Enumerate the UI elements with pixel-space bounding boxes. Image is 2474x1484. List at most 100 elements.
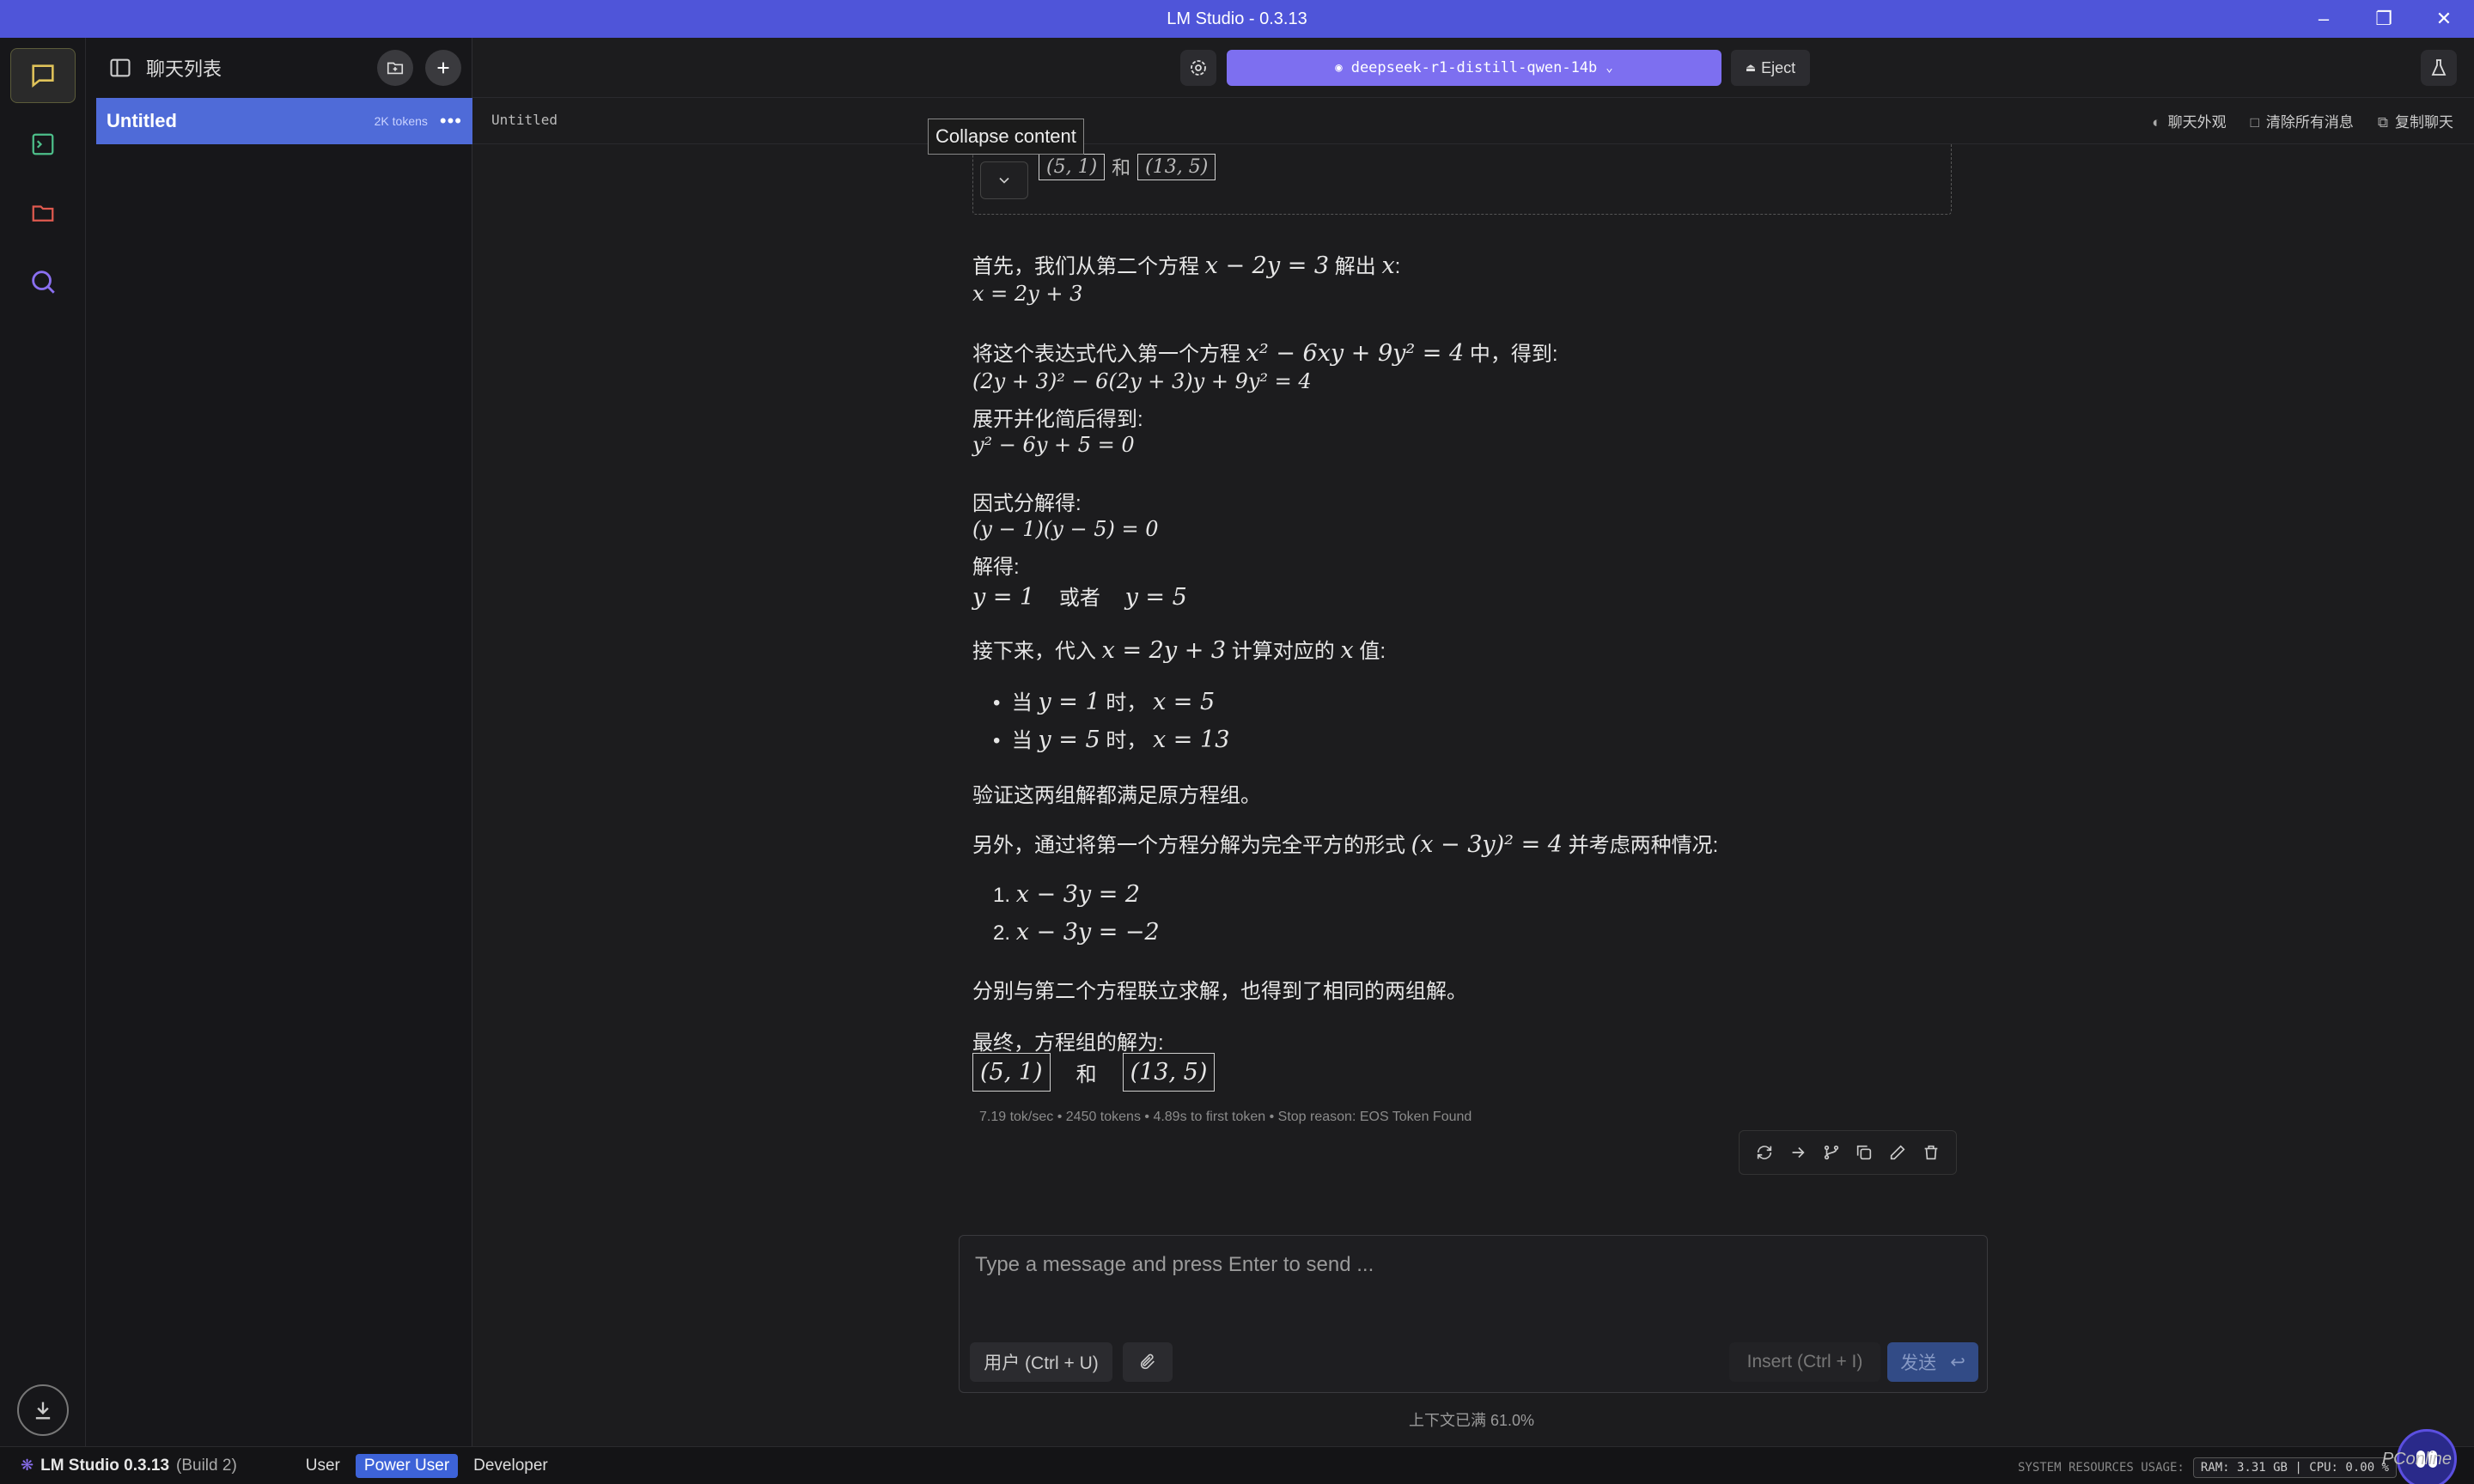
copy-label: 复制聊天 [2395, 114, 2453, 131]
chat-sidebar: 聊天列表 Untitled 2K tokens ••• [86, 38, 472, 1446]
more-options-icon[interactable]: ••• [440, 110, 462, 132]
text-line: 首先，我们从第二个方程 x − 2y = 3 解出 x: [972, 252, 1401, 279]
search-icon [32, 271, 55, 294]
chat-list-item[interactable]: Untitled 2K tokens ••• [96, 98, 472, 144]
math-line: (2y + 3)² − 6(2y + 3)y + 9y² = 4 [972, 369, 1312, 393]
send-button[interactable]: 发送 ↩ [1887, 1342, 1978, 1382]
model-selector[interactable]: ◉ deepseek-r1-distill-qwen-14b ⌄ [1227, 50, 1721, 86]
clear-messages-button[interactable]: □ 清除所有消息 [2251, 110, 2354, 131]
sidebar-toggle-icon[interactable] [108, 56, 132, 80]
thinking-block: (5, 1) 和 (13, 5) [972, 144, 1952, 215]
math-inline: x [1340, 637, 1354, 664]
enter-icon: ↩ [1950, 1352, 1965, 1372]
text-line: 解得: [972, 556, 1020, 579]
math-inline: x = 2y + 3 [1101, 637, 1227, 664]
chat-nav-button[interactable] [10, 48, 76, 103]
tooltip: Collapse content [928, 119, 1084, 155]
status-bar: ❋ LM Studio 0.3.13 (Build 2) User Power … [0, 1446, 2474, 1484]
watermark-text: PConline [2381, 1450, 2452, 1469]
text-line: 将这个表达式代入第一个方程 x² − 6xy + 9y² = 4 中，得到: [972, 340, 1558, 367]
and-label: 和 [1112, 157, 1131, 179]
answer-box: (5, 1) [972, 1053, 1051, 1092]
math-inline: x [1381, 252, 1395, 279]
mode-power-user[interactable]: Power User [355, 1453, 459, 1478]
folder-plus-icon [387, 62, 404, 75]
math-line: x = 2y + 3 [972, 282, 1083, 306]
gear-icon [1191, 60, 1206, 76]
sysres-values[interactable]: RAM: 3.31 GB | CPU: 0.00 % [2192, 1457, 2397, 1478]
chevron-down-icon: ⌄ [1606, 61, 1613, 75]
chat-name: Untitled [107, 110, 177, 131]
answer-box: (5, 1) [1039, 153, 1106, 180]
text-line: 接下来，代入 x = 2y + 3 计算对应的 x 值: [972, 637, 1386, 664]
text-line: 验证这两组解都满足原方程组。 [972, 784, 1261, 807]
role-toggle-button[interactable]: 用户 (Ctrl + U) [970, 1342, 1112, 1382]
message-clear-icon: □ [2250, 114, 2259, 131]
math-inline: x² − 6xy + 9y² = 4 [1246, 340, 1465, 367]
copy-icon: ⧉ [2377, 114, 2388, 131]
sidebar-header: 聊天列表 [86, 38, 472, 98]
trash-icon[interactable] [1922, 1143, 1941, 1162]
eject-icon: ⏏ [1745, 61, 1757, 74]
window-title: LM Studio - 0.3.13 [1167, 9, 1307, 28]
and-label: 和 [1076, 1063, 1097, 1086]
app-version: LM Studio 0.3.13 [40, 1456, 170, 1475]
insert-button[interactable]: Insert (Ctrl + I) [1729, 1342, 1880, 1382]
copy-icon[interactable] [1855, 1143, 1874, 1162]
text-line: 最终，方程组的解为: [972, 1031, 1164, 1055]
main-toolbar: ◉ deepseek-r1-distill-qwen-14b ⌄ ⏏ Eject [472, 38, 2474, 98]
math-line: (y − 1)(y − 5) = 0 [972, 517, 1159, 541]
restore-icon[interactable]: ❐ [2354, 0, 2414, 38]
answer-box: (13, 5) [1137, 153, 1216, 180]
close-icon[interactable]: ✕ [2414, 0, 2474, 38]
final-answer: (5, 1) 和 (13, 5) [972, 1053, 1216, 1092]
plus-icon [437, 62, 449, 74]
models-nav-button[interactable] [10, 186, 76, 240]
message-composer[interactable]: Type a message and press Enter to send .… [959, 1235, 1988, 1393]
new-folder-button[interactable] [377, 50, 413, 86]
experimental-button[interactable] [2421, 50, 2457, 86]
title-bar: LM Studio - 0.3.13 – ❐ ✕ [0, 0, 2474, 38]
eject-label: Eject [1761, 58, 1796, 76]
generation-stats: 7.19 tok/sec • 2450 tokens • 4.89s to fi… [979, 1110, 1472, 1124]
lmstudio-logo-icon: ❋ [21, 1457, 34, 1474]
developer-nav-button[interactable] [10, 117, 76, 172]
discover-nav-button[interactable] [10, 254, 76, 309]
clear-label: 清除所有消息 [2265, 114, 2354, 131]
attach-button[interactable] [1123, 1342, 1173, 1382]
send-label: 发送 [1900, 1353, 1937, 1373]
mode-user[interactable]: User [297, 1454, 349, 1478]
chat-title[interactable]: Untitled [491, 112, 558, 128]
branch-icon[interactable] [1822, 1143, 1841, 1162]
list-item: 2. x − 3y = −2 [993, 919, 1160, 946]
answer-box: (13, 5) [1122, 1053, 1216, 1092]
mode-developer[interactable]: Developer [465, 1454, 557, 1478]
math-line: y = 1 或者 y = 5 [972, 584, 1187, 611]
new-chat-button[interactable] [425, 50, 461, 86]
downloads-button[interactable] [17, 1384, 69, 1436]
minimize-icon[interactable]: – [2294, 0, 2354, 38]
flask-icon [2431, 59, 2447, 76]
chat-header: Untitled ◐ 聊天外观 □ 清除所有消息 ⧉ 复制聊天 [472, 98, 2474, 144]
paperclip-icon [1140, 1353, 1155, 1370]
collapse-thinking-button[interactable] [980, 161, 1028, 199]
appearance-button[interactable]: ◐ 聊天外观 [2152, 110, 2226, 131]
appearance-label: 聊天外观 [2167, 114, 2227, 131]
edit-icon[interactable] [1888, 1143, 1907, 1162]
list-item: • 当 y = 1 时， x = 5 [993, 689, 1216, 715]
list-item: 1. x − 3y = 2 [993, 881, 1141, 908]
thinking-answer: (5, 1) 和 (13, 5) [1039, 153, 1216, 180]
regenerate-icon[interactable] [1755, 1143, 1774, 1162]
continue-icon[interactable] [1788, 1143, 1807, 1162]
download-icon [35, 1402, 51, 1420]
chat-icon [32, 64, 54, 88]
system-resources: SYSTEM RESOURCES USAGE: RAM: 3.31 GB | C… [2018, 1457, 2397, 1478]
message-input-placeholder[interactable]: Type a message and press Enter to send .… [975, 1253, 1374, 1277]
settings-button[interactable] [1180, 50, 1216, 86]
copy-chat-button[interactable]: ⧉ 复制聊天 [2378, 110, 2453, 131]
chevron-down-icon [999, 177, 1009, 184]
text-line: 另外，通过将第一个方程分解为完全平方的形式 (x − 3y)² = 4 并考虑两… [972, 831, 1719, 858]
bullet: • [993, 691, 1007, 715]
eject-button[interactable]: ⏏ Eject [1731, 50, 1810, 86]
model-icon: ◉ [1335, 61, 1343, 75]
